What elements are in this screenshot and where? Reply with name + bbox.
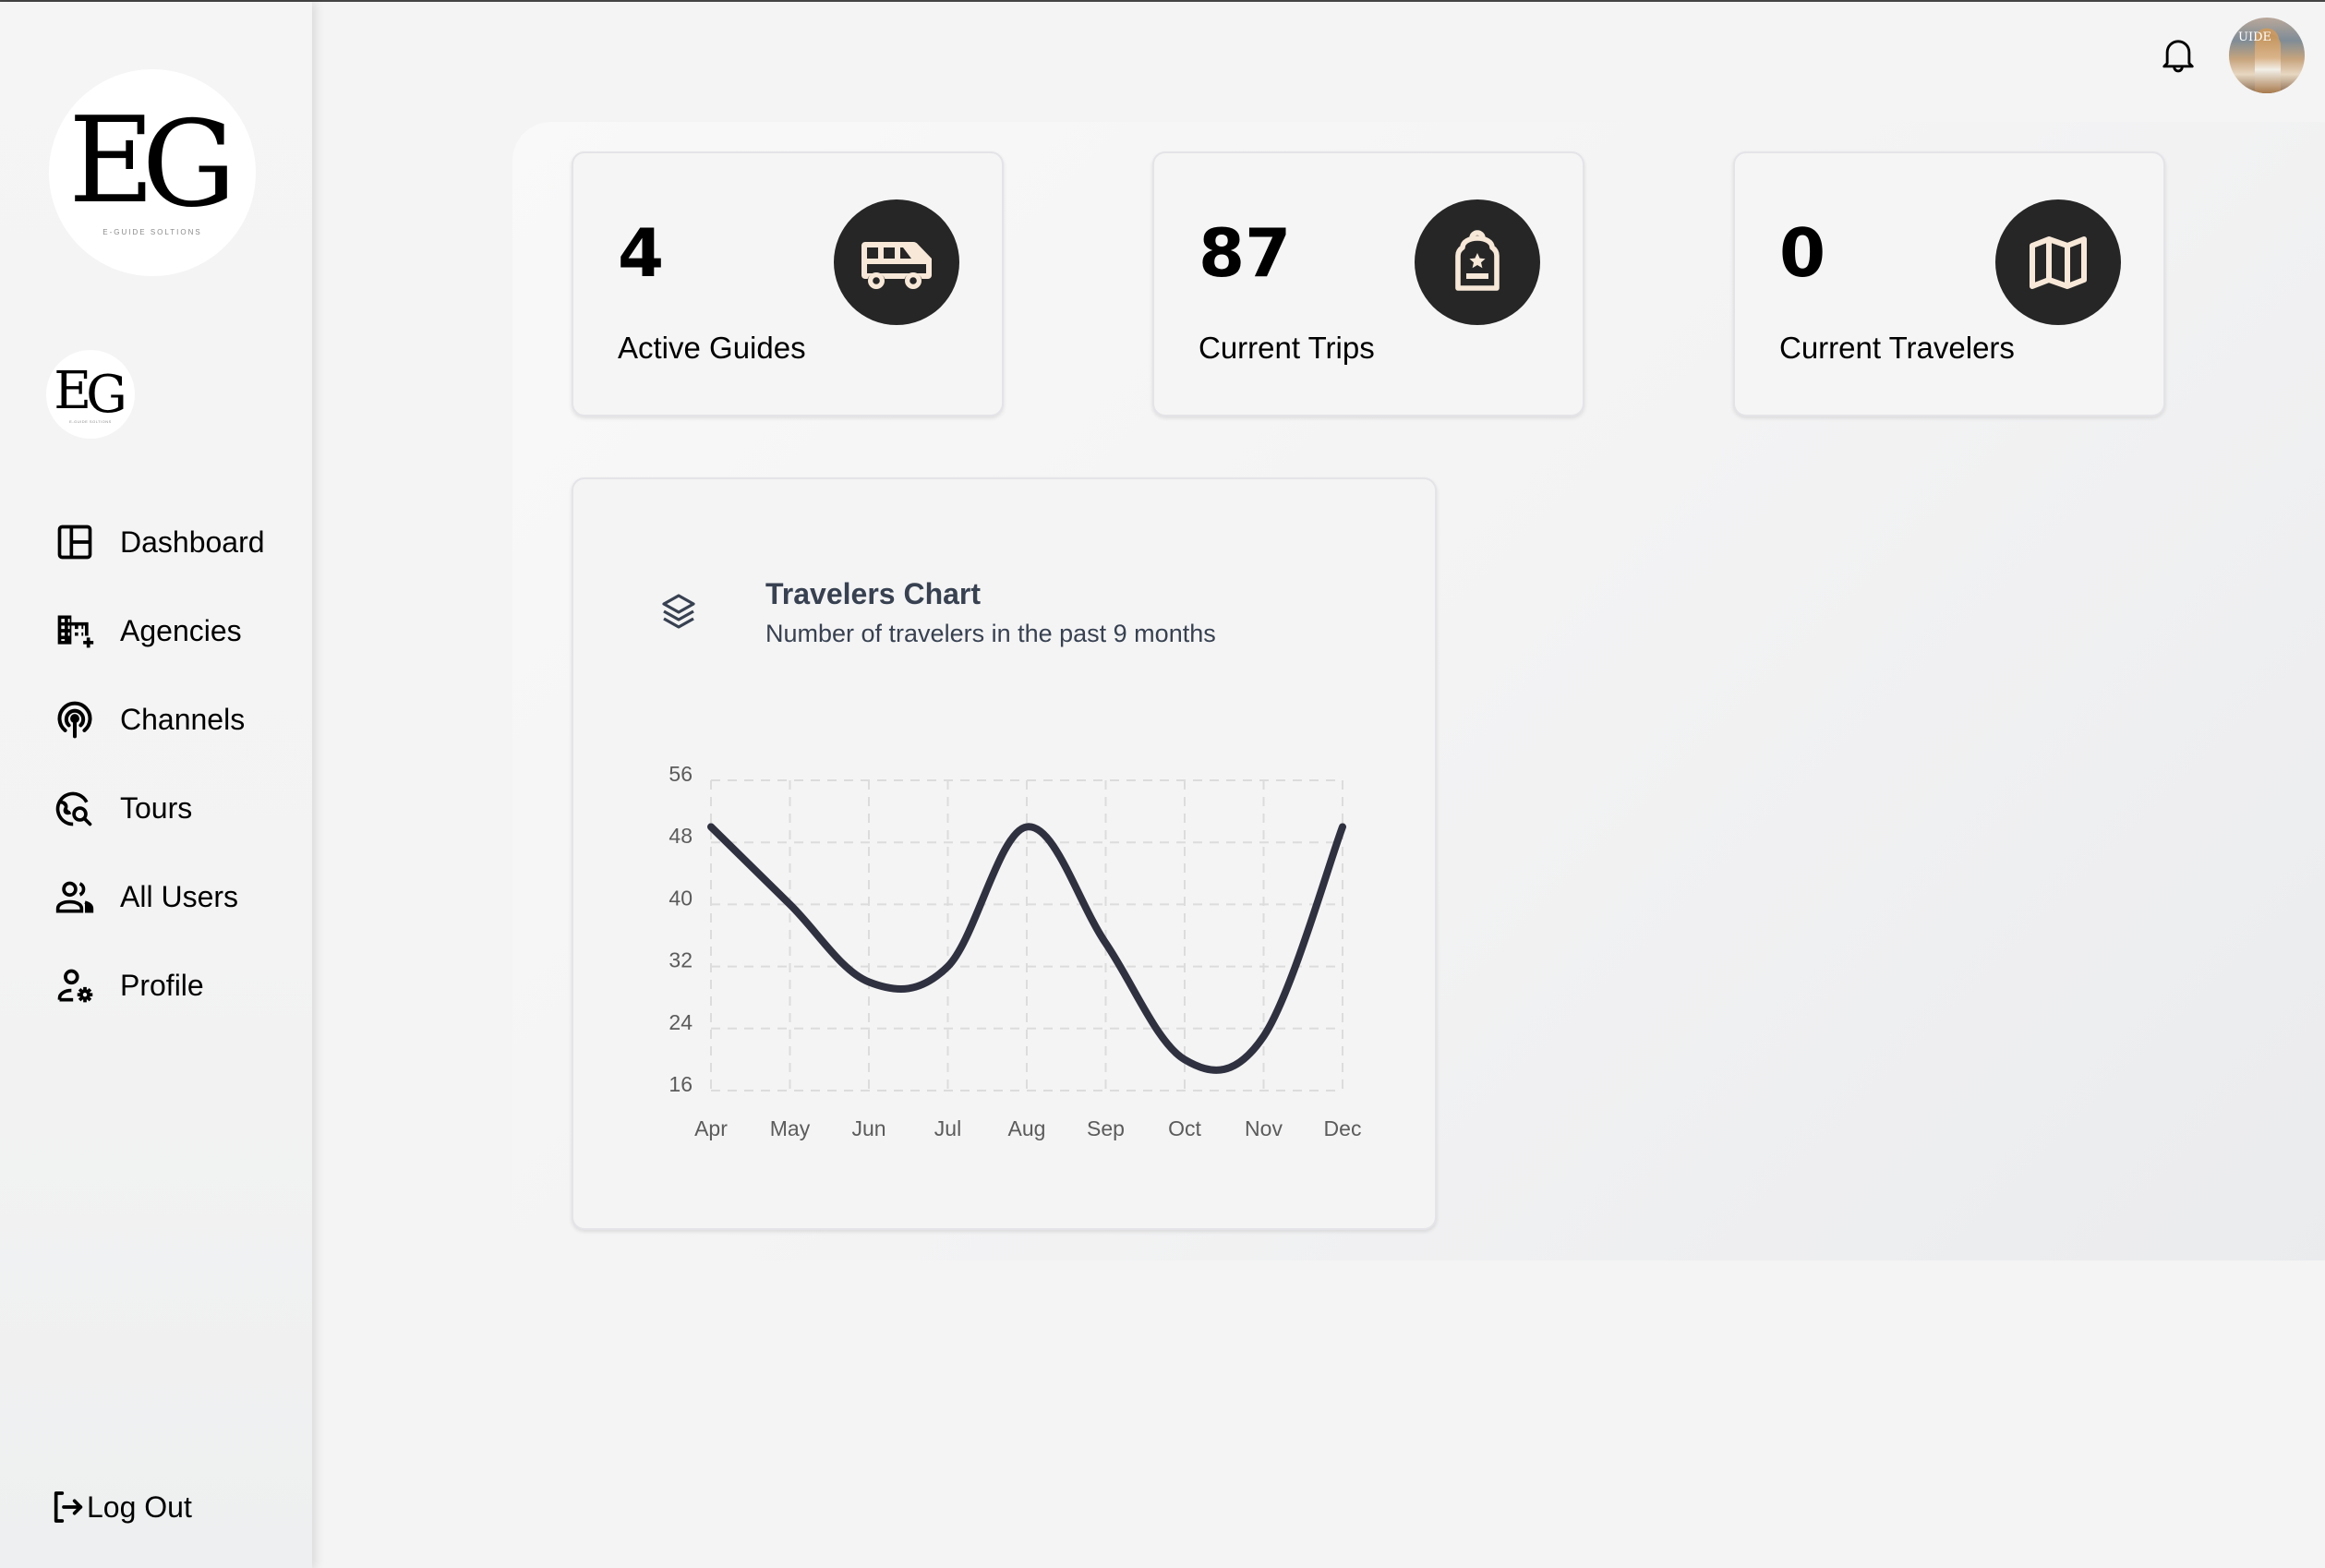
sidebar-item-dashboard[interactable]: Dashboard [0, 514, 312, 570]
bell-icon [2162, 40, 2194, 73]
brand-monogram-small: EG [54, 360, 127, 425]
stat-card-active-guides[interactable]: 4 Active Guides [572, 151, 1004, 416]
logout-button[interactable]: Log Out [50, 1489, 192, 1526]
stat-card-current-trips[interactable]: 87 Current Trips [1152, 151, 1584, 416]
x-tick-label: Apr [694, 1116, 728, 1140]
y-tick-label: 48 [669, 824, 693, 848]
brand-logo-large[interactable]: EG E-GUIDE SOLTIONS [49, 69, 256, 276]
sidebar-item-profile[interactable]: Profile [0, 959, 312, 1014]
user-avatar[interactable]: UIDE [2229, 18, 2305, 93]
notifications-button[interactable] [2159, 35, 2198, 76]
globe-search-icon [54, 788, 96, 830]
y-tick-label: 40 [669, 886, 693, 910]
travelers-line-chart: 16 24 32 40 48 56 Apr May Jun Jul Aug Sep Oct Nov Dec [669, 762, 1361, 1140]
stat-label: Current Travelers [1779, 331, 2015, 365]
y-tick-label: 16 [669, 1072, 693, 1096]
stat-icon-badge [1415, 199, 1540, 325]
x-axis-ticks: Apr May Jun Jul Aug Sep Oct Nov Dec [694, 1116, 1361, 1140]
stat-card-current-travelers[interactable]: 0 Current Travelers [1733, 151, 2165, 416]
logout-label: Log Out [87, 1490, 192, 1524]
sidebar: EG E-GUIDE SOLTIONS EG E-GUIDE SOLTIONS … [0, 2, 312, 1568]
y-axis-ticks: 16 24 32 40 48 56 [669, 762, 693, 1096]
sidebar-item-label: Profile [120, 969, 204, 1003]
x-tick-label: Jul [934, 1116, 961, 1140]
building-add-icon [54, 609, 96, 652]
stat-value: 87 [1199, 214, 1292, 292]
user-settings-icon [54, 965, 96, 1007]
stat-icon-badge [834, 199, 959, 325]
stat-label: Current Trips [1199, 331, 1375, 365]
broadcast-icon [54, 698, 96, 741]
stat-label: Active Guides [618, 331, 806, 365]
travelers-chart-card: Travelers Chart Number of travelers in t… [572, 477, 1437, 1230]
sidebar-item-all-users[interactable]: All Users [0, 870, 312, 925]
avatar-overlay-text: UIDE [2238, 30, 2272, 44]
stat-value: 0 [1779, 214, 1826, 292]
sidebar-item-label: Channels [120, 702, 246, 736]
x-tick-label: Dec [1324, 1116, 1362, 1140]
logout-icon [54, 1491, 83, 1523]
sidebar-item-label: All Users [120, 880, 239, 914]
x-tick-label: Nov [1245, 1116, 1283, 1140]
stat-value: 4 [618, 214, 665, 292]
x-tick-label: Sep [1087, 1116, 1125, 1140]
x-tick-label: May [770, 1116, 811, 1140]
y-tick-label: 56 [669, 762, 693, 786]
sidebar-item-tours[interactable]: Tours [0, 781, 312, 837]
map-icon [2030, 236, 2087, 289]
brand-monogram: EG [68, 91, 236, 234]
sidebar-item-agencies[interactable]: Agencies [0, 603, 312, 658]
x-tick-label: Aug [1008, 1116, 1046, 1140]
sidebar-item-label: Agencies [120, 613, 242, 647]
sidebar-item-label: Dashboard [120, 525, 265, 559]
users-icon [54, 876, 96, 919]
dashboard-icon [54, 521, 96, 563]
stat-icon-badge [1995, 199, 2121, 325]
x-tick-label: Jun [851, 1116, 885, 1140]
sidebar-nav: Dashboard Agencies Channels Tours All Us… [0, 514, 312, 1047]
x-tick-label: Oct [1168, 1116, 1201, 1140]
sidebar-item-channels[interactable]: Channels [0, 692, 312, 747]
brand-logo-small[interactable]: EG E-GUIDE SOLTIONS [46, 350, 135, 439]
backpack-icon [1455, 230, 1500, 291]
y-tick-label: 32 [669, 948, 693, 972]
sidebar-item-label: Tours [120, 791, 193, 826]
y-tick-label: 24 [669, 1010, 693, 1034]
van-icon [861, 242, 932, 289]
